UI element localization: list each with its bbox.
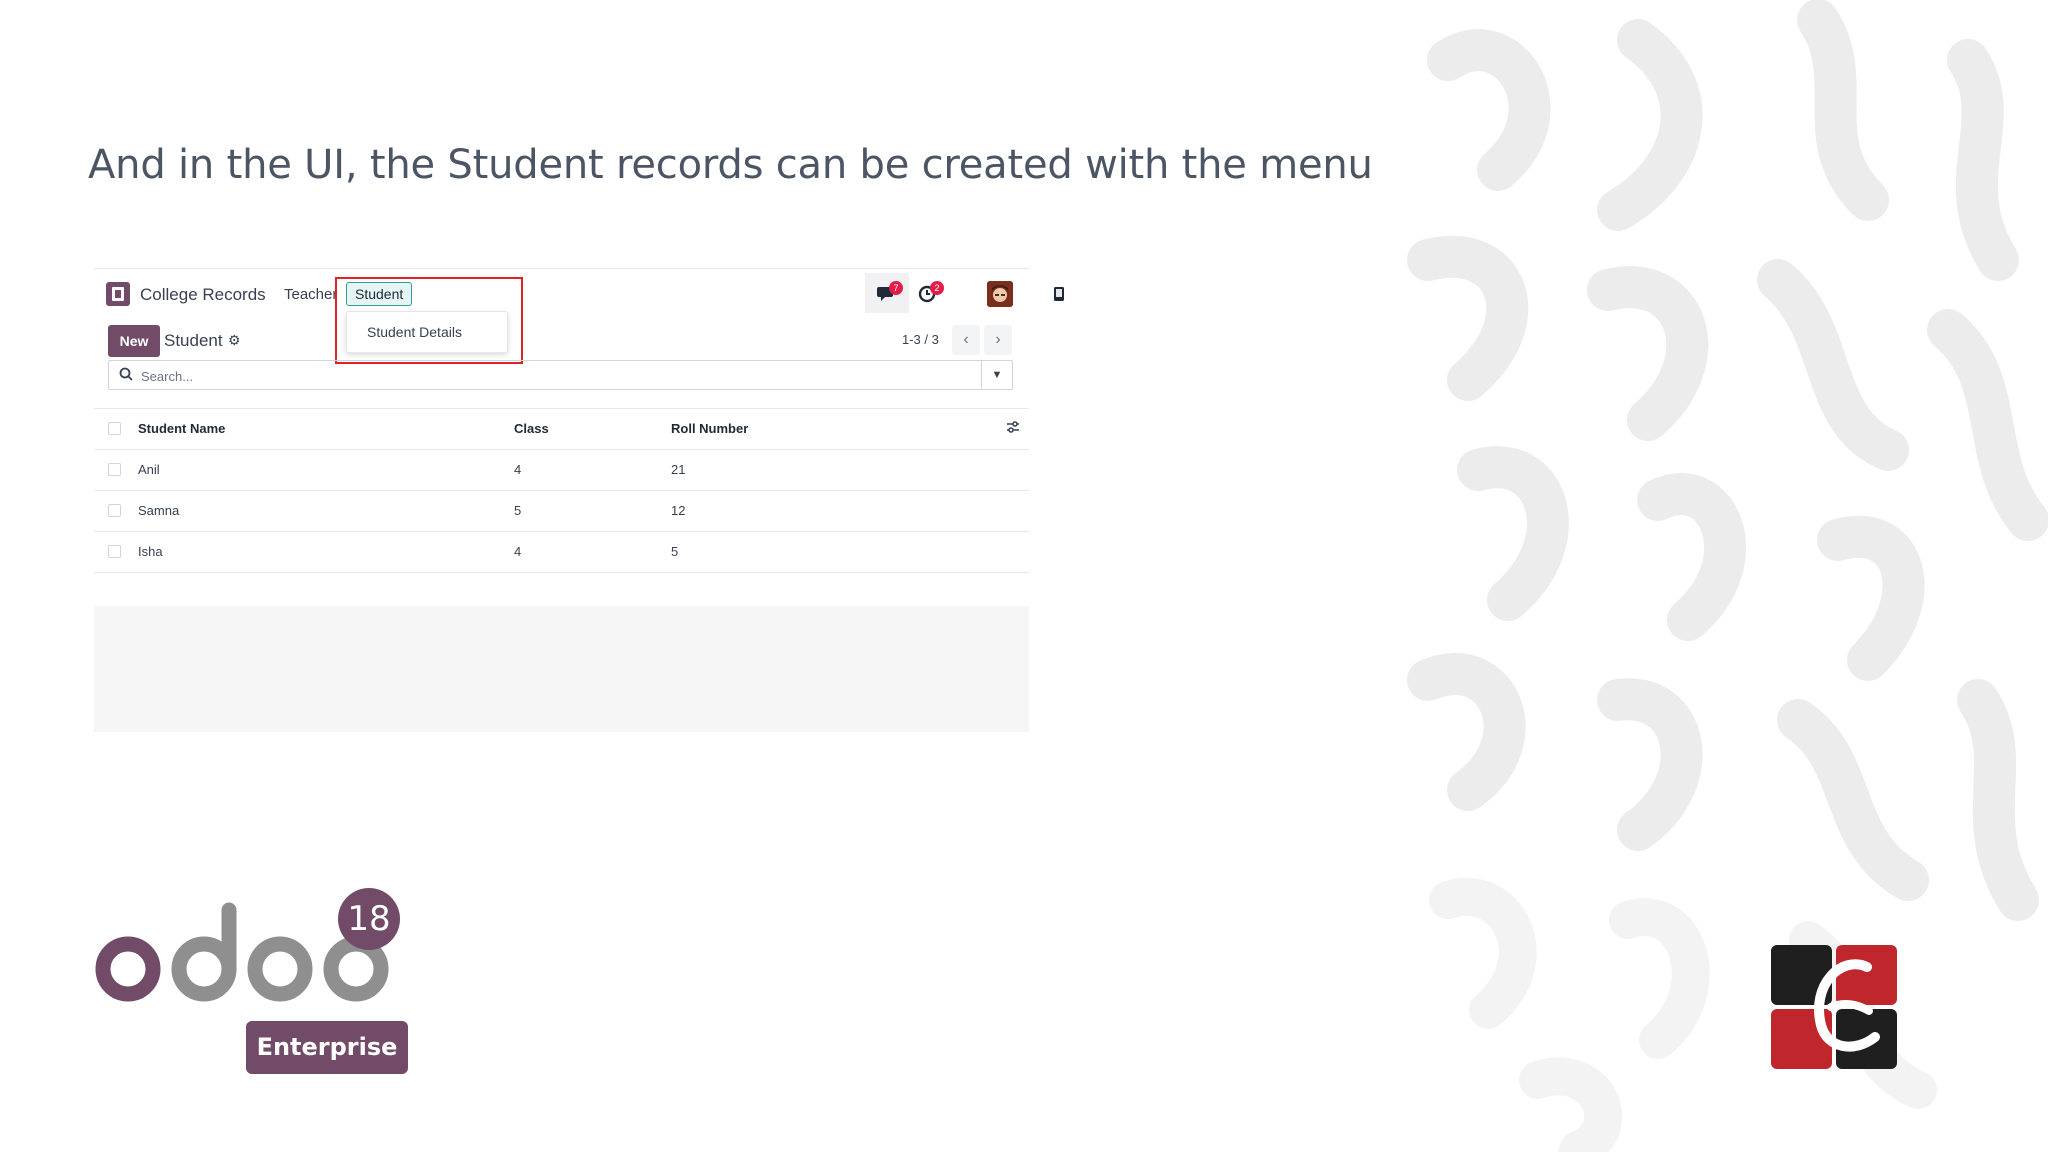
new-button[interactable]: New bbox=[108, 325, 160, 357]
search-options-toggle[interactable]: ▼ bbox=[981, 361, 1012, 389]
enterprise-badge: Enterprise bbox=[246, 1021, 408, 1074]
cell-roll-number: 12 bbox=[671, 503, 686, 518]
cell-class: 5 bbox=[514, 503, 522, 518]
activities-badge: 2 bbox=[930, 281, 944, 295]
cell-roll-number: 21 bbox=[671, 462, 686, 477]
cell-student-name: Isha bbox=[138, 544, 163, 559]
col-roll-number[interactable]: Roll Number bbox=[671, 421, 748, 436]
search-input[interactable] bbox=[139, 365, 973, 387]
table-row[interactable]: Samna 5 12 bbox=[94, 491, 1029, 532]
menu-teacher[interactable]: Teacher bbox=[284, 286, 337, 303]
list-empty-area bbox=[94, 606, 1029, 732]
app-name[interactable]: College Records bbox=[140, 285, 266, 305]
breadcrumb: Student bbox=[164, 331, 223, 350]
col-class[interactable]: Class bbox=[514, 421, 549, 436]
table-row[interactable]: Isha 4 5 bbox=[94, 532, 1029, 573]
table-header: Student Name Class Roll Number bbox=[94, 408, 1029, 450]
pager-value[interactable]: 1-3 / 3 bbox=[902, 332, 939, 347]
version-badge: 18 bbox=[338, 888, 400, 950]
pager-previous-button[interactable]: ‹ bbox=[952, 325, 980, 355]
table-row[interactable]: Anil 4 21 bbox=[94, 450, 1029, 491]
user-avatar[interactable] bbox=[987, 281, 1013, 307]
pager-next-button[interactable]: › bbox=[984, 325, 1012, 355]
select-all-checkbox[interactable] bbox=[108, 422, 121, 435]
top-navbar: College Records Teacher Student Student … bbox=[94, 268, 1064, 364]
row-checkbox[interactable] bbox=[108, 463, 121, 476]
column-settings-icon[interactable] bbox=[1006, 420, 1020, 434]
student-list: Student Name Class Roll Number Anil 4 21… bbox=[94, 408, 1029, 612]
row-checkbox[interactable] bbox=[108, 545, 121, 558]
messages-badge: 7 bbox=[889, 281, 903, 295]
slide-title: And in the UI, the Student records can b… bbox=[88, 142, 1373, 188]
col-student-name[interactable]: Student Name bbox=[138, 421, 225, 436]
search-bar: ▼ bbox=[108, 360, 1013, 390]
decorative-pattern bbox=[1407, 0, 2048, 1152]
cell-class: 4 bbox=[514, 544, 522, 559]
cell-class: 4 bbox=[514, 462, 522, 477]
odoo-screenshot: College Records Teacher Student Student … bbox=[94, 268, 1064, 732]
search-icon bbox=[119, 367, 133, 381]
gear-icon[interactable]: ⚙ bbox=[228, 332, 241, 349]
company-logo bbox=[1771, 945, 1897, 1069]
phone-icon[interactable] bbox=[1053, 286, 1065, 302]
cell-student-name: Samna bbox=[138, 503, 180, 518]
cell-student-name: Anil bbox=[138, 462, 160, 477]
messages-button[interactable]: 7 bbox=[865, 273, 909, 313]
row-checkbox[interactable] bbox=[108, 504, 121, 517]
activities-button[interactable]: 2 bbox=[916, 281, 952, 307]
app-icon[interactable] bbox=[106, 282, 130, 306]
avatar-icon bbox=[987, 281, 1013, 307]
highlight-annotation bbox=[335, 277, 523, 364]
cell-roll-number: 5 bbox=[671, 544, 679, 559]
